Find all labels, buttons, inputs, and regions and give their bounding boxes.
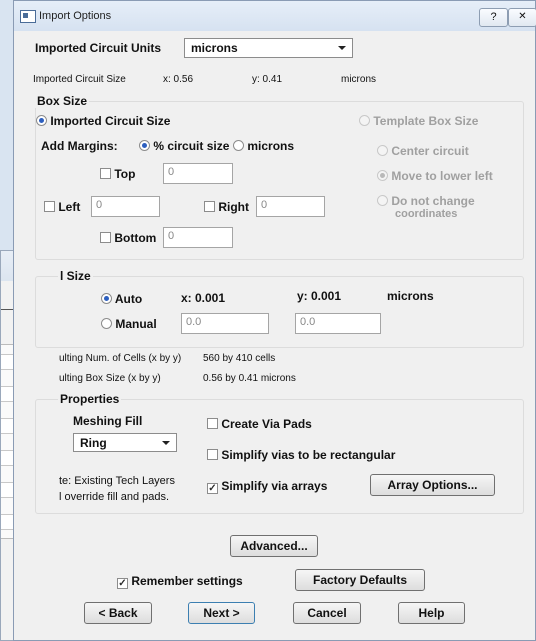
manual-radio[interactable]: [101, 318, 112, 329]
simplify-vias-checkbox[interactable]: [207, 449, 218, 460]
box-size-title: Box Size: [35, 94, 90, 108]
auto-radio[interactable]: [101, 293, 112, 304]
cell-size-title: l Size: [58, 269, 93, 283]
result-box-size-label: ulting Box Size (x by y): [59, 373, 161, 384]
array-options-button[interactable]: Array Options...: [370, 474, 495, 496]
bottom-margin-checkbox[interactable]: Bottom: [100, 231, 156, 245]
simplify-arrays-option[interactable]: ✓ Simplify via arrays: [207, 479, 327, 494]
properties-title: Properties: [58, 392, 122, 406]
right-label: Right: [218, 200, 249, 214]
circuit-size-units: microns: [341, 74, 377, 85]
imported-option-label: Imported Circuit Size: [50, 114, 171, 128]
microns-option-label: microns: [247, 139, 295, 153]
title-bar: Import Options ? ✕: [14, 1, 536, 31]
create-via-pads-checkbox[interactable]: [207, 418, 218, 429]
template-option-label: Template Box Size: [373, 114, 479, 128]
simplify-vias-option[interactable]: Simplify vias to be rectangular: [207, 448, 395, 462]
result-box-size-value: 0.56 by 0.41 microns: [203, 373, 296, 384]
meshing-fill-label: Meshing Fill: [73, 414, 143, 428]
right-checkbox[interactable]: [204, 201, 215, 212]
percent-radio[interactable]: [139, 140, 150, 151]
simplify-vias-label: Simplify vias to be rectangular: [221, 448, 396, 462]
percent-circuit-size-option[interactable]: % circuit size: [139, 139, 229, 153]
nochange-option-label-2: coordinates: [395, 208, 458, 220]
chevron-down-icon: [338, 46, 346, 50]
num-cells-value: 560 by 410 cells: [203, 353, 276, 364]
help-title-button[interactable]: ?: [479, 8, 508, 27]
close-icon[interactable]: ✕: [508, 8, 536, 27]
cancel-button[interactable]: Cancel: [293, 602, 361, 624]
left-checkbox[interactable]: [44, 201, 55, 212]
import-options-dialog: Import Options ? ✕ Imported Circuit Unit…: [13, 0, 536, 641]
simplify-arrays-checkbox[interactable]: ✓: [207, 483, 218, 494]
window-title: Import Options: [39, 10, 112, 22]
units-select[interactable]: microns: [184, 38, 353, 58]
top-margin-checkbox[interactable]: Top: [100, 167, 135, 181]
num-cells-label: ulting Num. of Cells (x by y): [59, 353, 182, 364]
bottom-label: Bottom: [114, 231, 157, 245]
template-box-size-option[interactable]: Template Box Size: [359, 114, 478, 128]
top-checkbox[interactable]: [100, 168, 111, 179]
circuit-size-y: y: 0.41: [252, 74, 283, 85]
move-radio[interactable]: [377, 170, 388, 181]
cell-size-units: microns: [387, 289, 434, 303]
note-line-1: te: Existing Tech Layers: [59, 475, 175, 487]
left-label: Left: [58, 200, 81, 214]
units-label: Imported Circuit Units: [35, 41, 162, 55]
next-button[interactable]: Next >: [188, 602, 255, 624]
manual-option[interactable]: Manual: [101, 317, 157, 331]
meshing-fill-value: Ring: [80, 436, 107, 450]
bottom-margin-input[interactable]: 0: [163, 227, 233, 248]
add-margins-label: Add Margins:: [41, 139, 118, 153]
move-lower-left-option[interactable]: Move to lower left: [377, 169, 493, 183]
simplify-arrays-label: Simplify via arrays: [221, 479, 328, 493]
create-via-pads-label: Create Via Pads: [221, 417, 312, 431]
nochange-radio[interactable]: [377, 195, 388, 206]
nochange-option-label-1: Do not change: [391, 194, 475, 208]
microns-radio[interactable]: [233, 140, 244, 151]
microns-margin-option[interactable]: microns: [233, 139, 294, 153]
auto-option-label: Auto: [114, 292, 143, 306]
move-option-label: Move to lower left: [391, 169, 493, 183]
center-option-label: Center circuit: [391, 144, 469, 158]
top-margin-input[interactable]: 0: [163, 163, 233, 184]
template-radio[interactable]: [359, 115, 370, 126]
center-radio[interactable]: [377, 145, 388, 156]
top-label: Top: [114, 167, 136, 181]
cell-size-x: x: 0.001: [181, 291, 226, 305]
imported-circuit-size-option[interactable]: Imported Circuit Size: [36, 114, 170, 128]
right-margin-input[interactable]: 0: [256, 196, 325, 217]
right-margin-checkbox[interactable]: Right: [204, 200, 249, 214]
back-button[interactable]: < Back: [84, 602, 152, 624]
advanced-button[interactable]: Advanced...: [230, 535, 318, 557]
left-margin-checkbox[interactable]: Left: [44, 200, 80, 214]
remember-settings-option[interactable]: ✓ Remember settings: [117, 574, 243, 589]
manual-option-label: Manual: [115, 317, 157, 331]
window-icon: [20, 10, 36, 23]
manual-y-input[interactable]: 0.0: [295, 313, 381, 334]
chevron-down-icon: [162, 441, 170, 445]
left-margin-input[interactable]: 0: [91, 196, 160, 217]
help-button[interactable]: Help: [398, 602, 465, 624]
factory-defaults-button[interactable]: Factory Defaults: [295, 569, 425, 591]
units-value: microns: [191, 41, 238, 55]
circuit-size-x: x: 0.56: [163, 74, 194, 85]
center-circuit-option[interactable]: Center circuit: [377, 144, 469, 158]
meshing-fill-select[interactable]: Ring: [73, 433, 177, 452]
remember-settings-checkbox[interactable]: ✓: [117, 578, 128, 589]
auto-option[interactable]: Auto: [101, 292, 142, 306]
imported-radio[interactable]: [36, 115, 47, 126]
cell-size-y: y: 0.001: [297, 289, 342, 303]
manual-x-input[interactable]: 0.0: [181, 313, 269, 334]
do-not-change-option[interactable]: Do not change: [377, 194, 475, 208]
create-via-pads-option[interactable]: Create Via Pads: [207, 417, 312, 431]
bottom-checkbox[interactable]: [100, 232, 111, 243]
cell-size-group: [35, 276, 524, 348]
remember-settings-label: Remember settings: [131, 574, 243, 588]
percent-option-label: % circuit size: [153, 139, 230, 153]
circuit-size-label: Imported Circuit Size: [33, 74, 126, 85]
note-line-2: l override fill and pads.: [59, 491, 170, 503]
